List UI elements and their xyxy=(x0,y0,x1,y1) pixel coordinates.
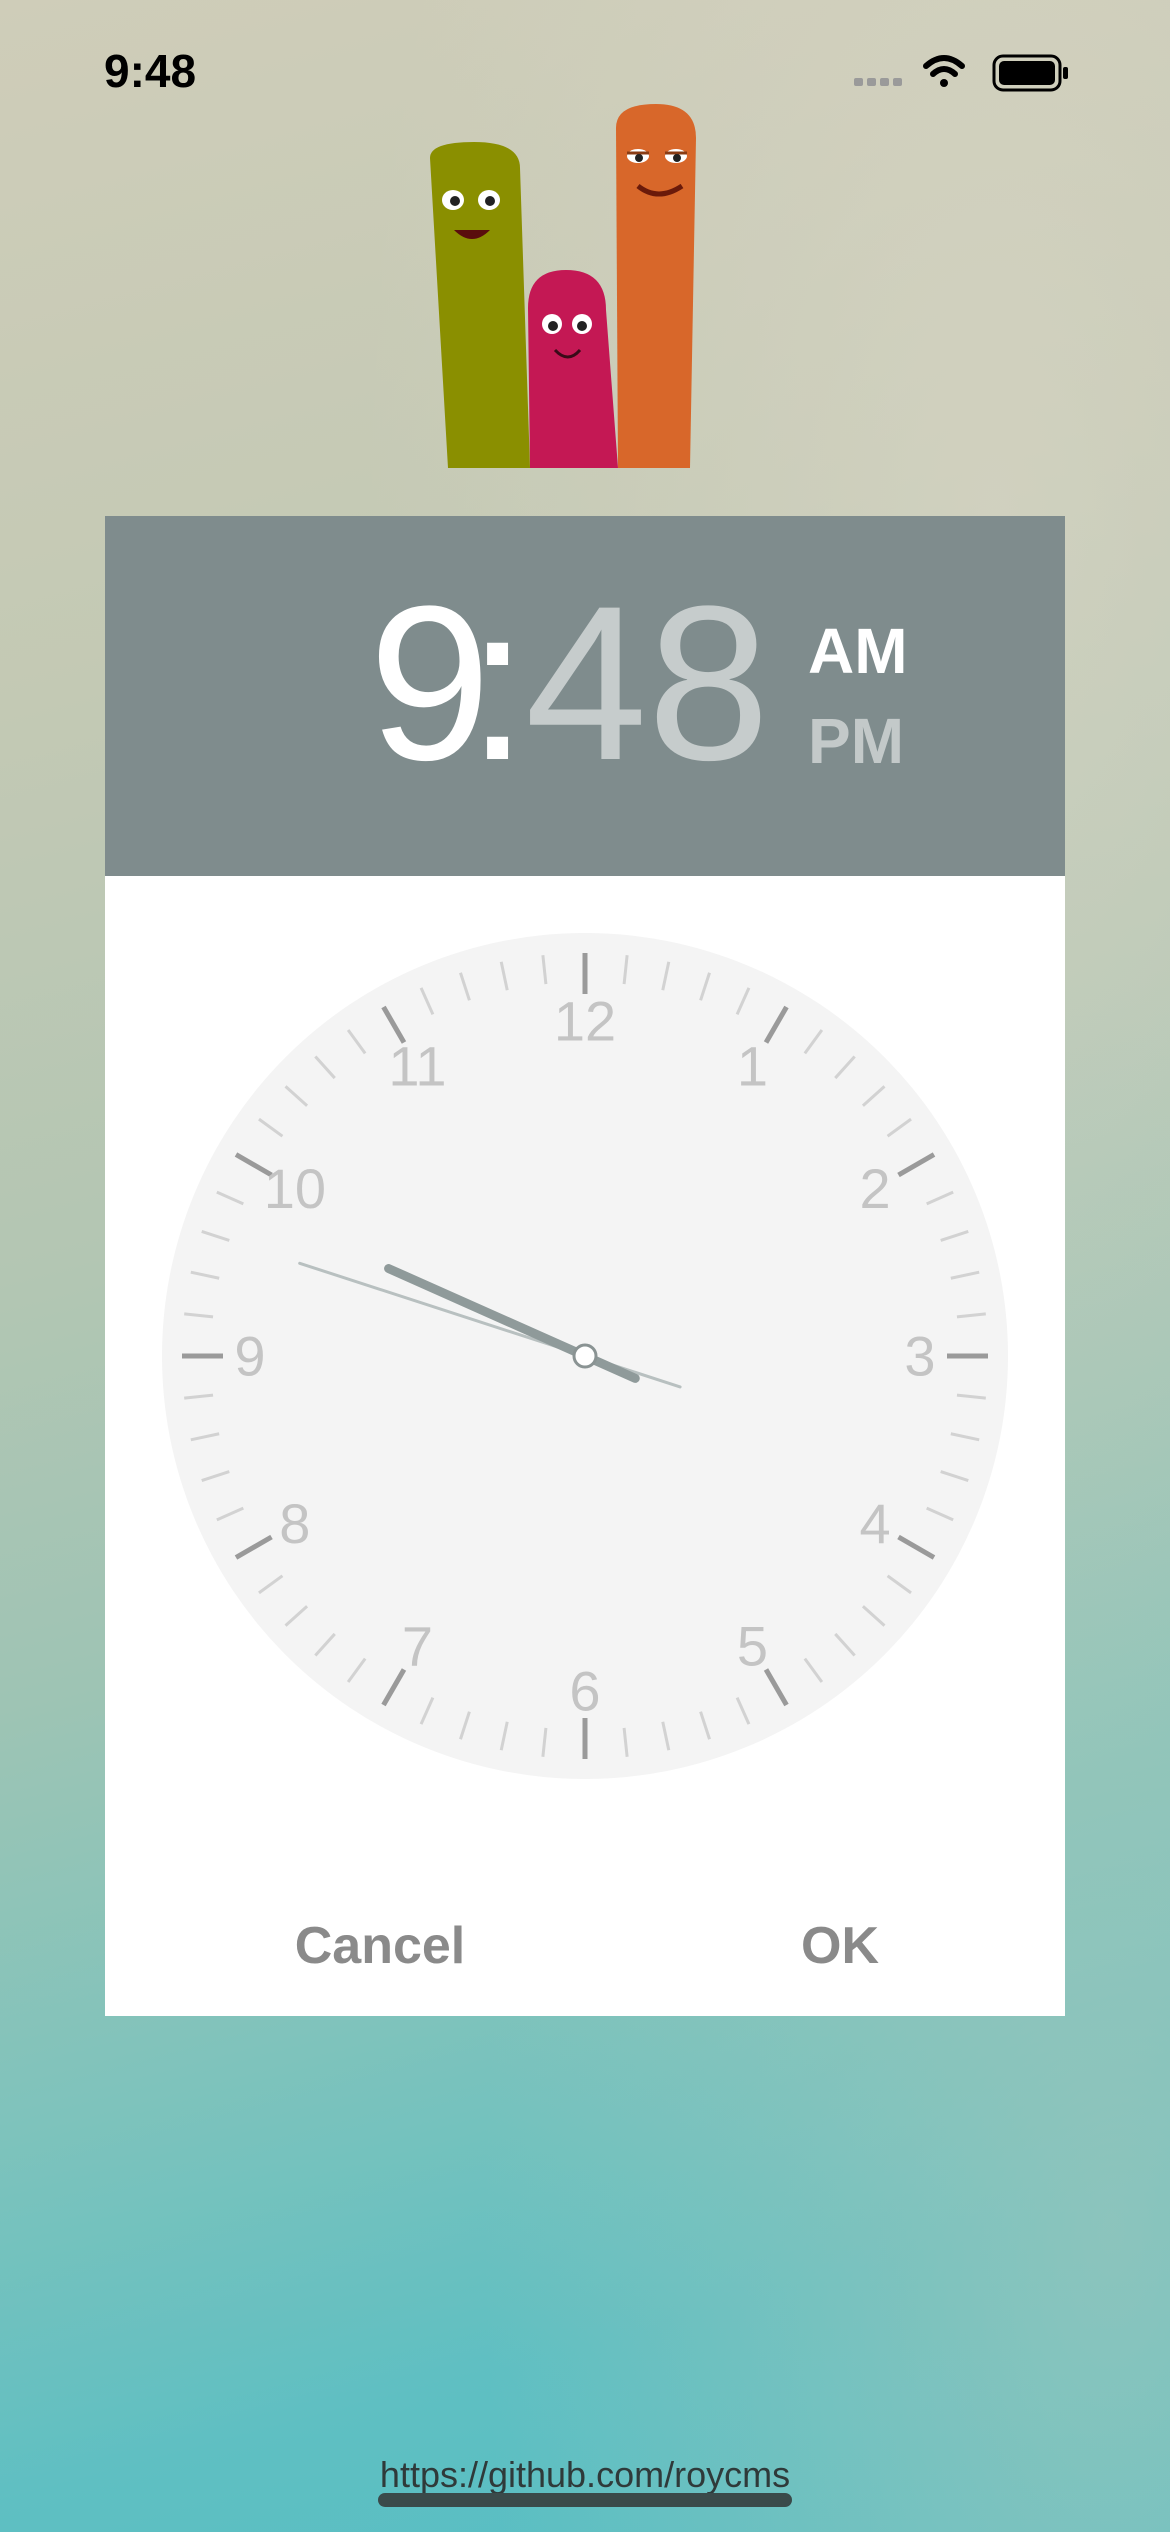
clock-dial[interactable]: 121234567891011 xyxy=(105,876,1065,1796)
clock-number-7[interactable]: 7 xyxy=(402,1615,433,1678)
clock-number-2[interactable]: 2 xyxy=(860,1157,891,1220)
clock-number-1[interactable]: 1 xyxy=(737,1034,768,1097)
clock-number-9[interactable]: 9 xyxy=(234,1325,265,1388)
battery-icon xyxy=(992,54,1068,92)
clock-number-4[interactable]: 4 xyxy=(860,1492,891,1555)
status-time: 9:48 xyxy=(104,45,197,97)
clock-number-10[interactable]: 10 xyxy=(264,1157,326,1220)
clock-number-3[interactable]: 3 xyxy=(904,1325,935,1388)
clock-number-12[interactable]: 12 xyxy=(554,990,616,1053)
status-icons xyxy=(854,54,1068,92)
footer-link[interactable]: https://github.com/roycms xyxy=(0,2454,1170,2496)
clock-number-8[interactable]: 8 xyxy=(279,1492,310,1555)
pm-toggle[interactable]: PM xyxy=(808,704,904,778)
time-separator: : xyxy=(467,560,529,806)
clock-number-6[interactable]: 6 xyxy=(569,1660,600,1723)
signal-icon xyxy=(854,78,902,86)
wifi-icon xyxy=(923,55,965,87)
clock-number-5[interactable]: 5 xyxy=(737,1615,768,1678)
ok-button[interactable]: OK xyxy=(755,1906,925,1986)
home-indicator[interactable] xyxy=(378,2493,792,2507)
time-picker-dialog: 9 : 48 AM PM 12 1 2 3 4 5 6 7 8 9 10 11 Cancel OK xyxy=(105,516,1065,2016)
clock-center-pin xyxy=(572,1343,598,1369)
clock-number-11[interactable]: 11 xyxy=(388,1034,446,1097)
minute-display[interactable]: 48 xyxy=(525,573,770,793)
time-header: 9 : 48 AM PM xyxy=(105,516,1065,876)
cancel-button[interactable]: Cancel xyxy=(245,1906,515,1986)
am-toggle[interactable]: AM xyxy=(808,614,908,688)
mascot-logo xyxy=(430,104,696,468)
